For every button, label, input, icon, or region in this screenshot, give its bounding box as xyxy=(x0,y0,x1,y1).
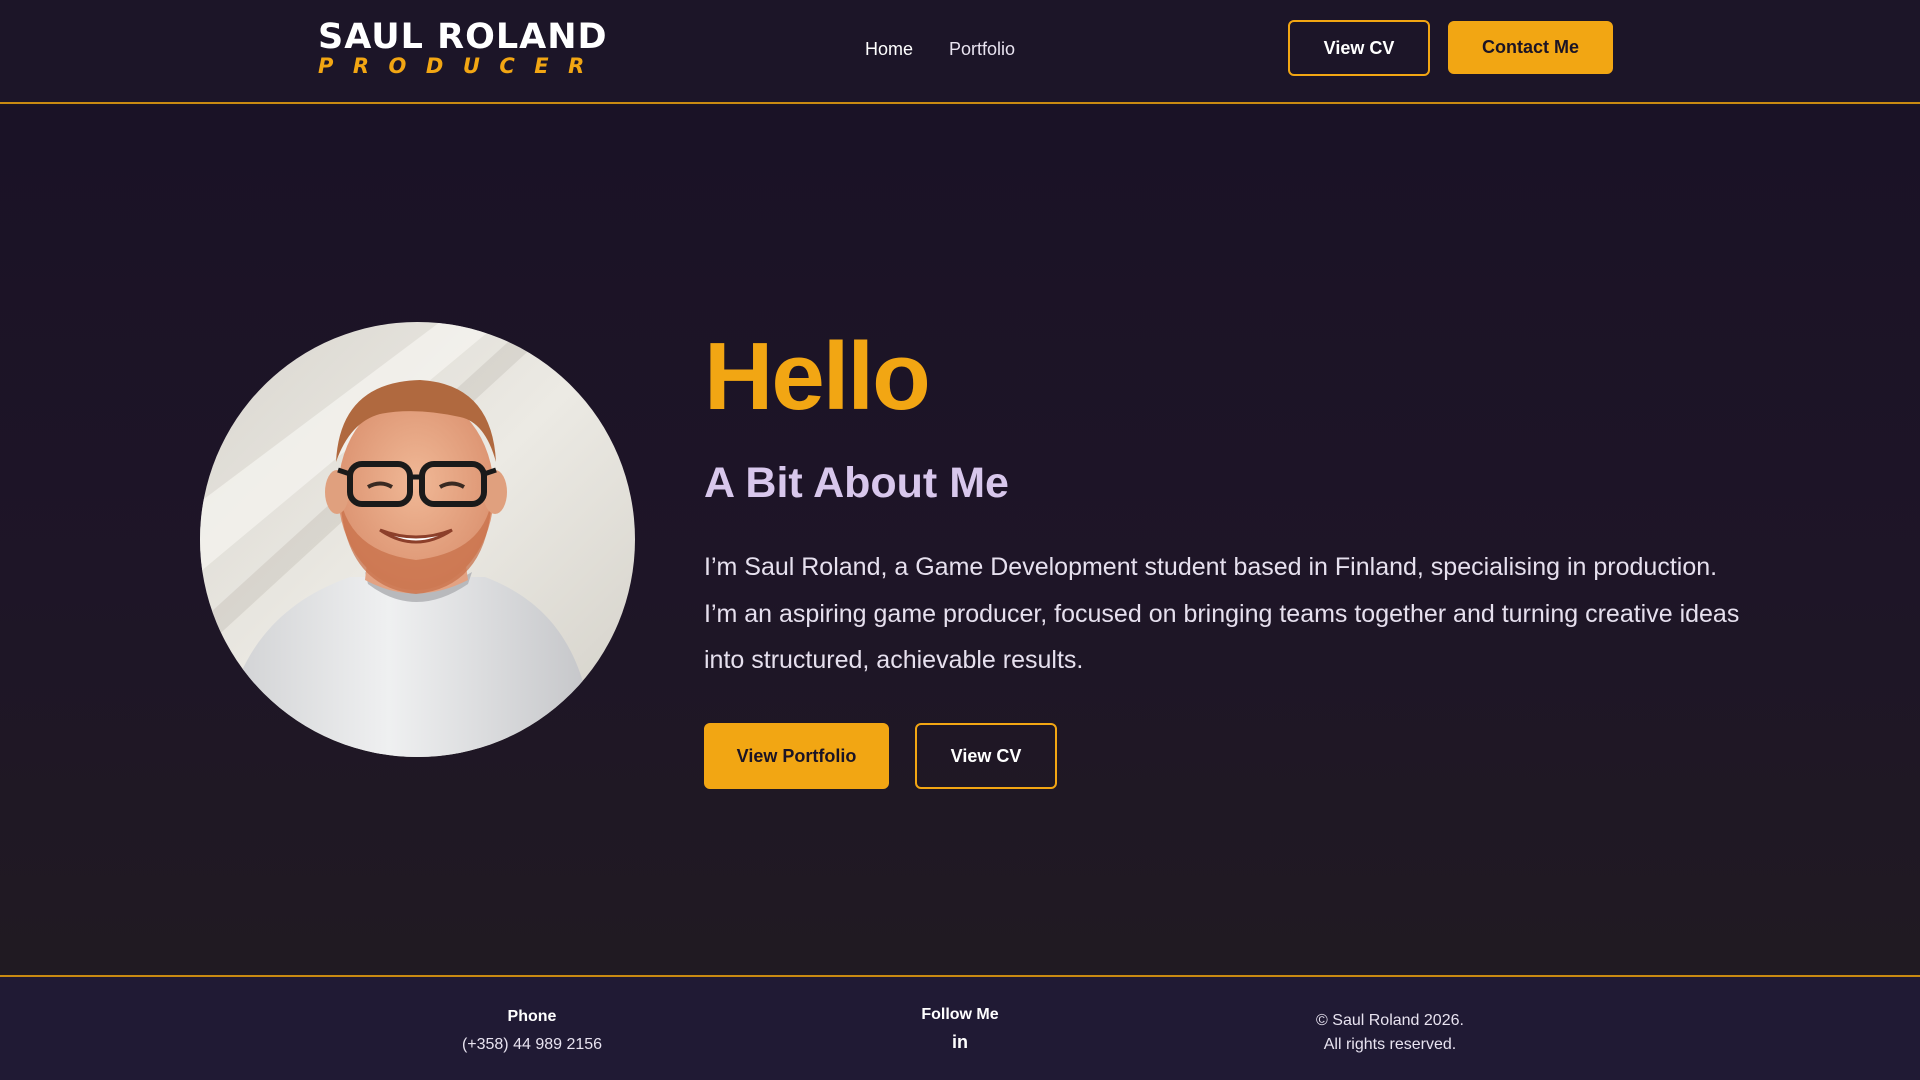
view-portfolio-button[interactable]: View Portfolio xyxy=(704,723,889,789)
footer-follow: Follow Me in xyxy=(860,1005,1060,1053)
about-section: Hello A Bit About Me I’m Saul Roland, a … xyxy=(0,106,1920,975)
logo-name: SAUL ROLAND xyxy=(318,17,608,57)
view-cv-button[interactable]: View CV xyxy=(915,723,1057,789)
about-subtitle: A Bit About Me xyxy=(704,459,1009,507)
header-view-cv-button[interactable]: View CV xyxy=(1288,20,1430,76)
nav-portfolio[interactable]: Portfolio xyxy=(949,36,1015,62)
copyright-text: © Saul Roland 2026. xyxy=(1316,1012,1464,1029)
intro-text: Hello A Bit About Me I’m Saul Roland, a … xyxy=(704,322,1744,684)
main-nav: Home Portfolio xyxy=(865,36,1015,62)
logo-role: PRODUCER xyxy=(318,54,604,78)
follow-title: Follow Me xyxy=(921,1006,999,1023)
footer-copyright: © Saul Roland 2026. All rights reserved. xyxy=(1240,1009,1540,1057)
rights-text: All rights reserved. xyxy=(1323,1036,1457,1053)
profile-photo xyxy=(200,322,635,757)
phone-number[interactable]: (+358) 44 989 2156 xyxy=(432,1033,632,1057)
hello-heading: Hello xyxy=(704,323,931,430)
site-footer: Phone (+358) 44 989 2156 Follow Me in © … xyxy=(0,975,1920,1080)
nav-home[interactable]: Home xyxy=(865,36,913,62)
linkedin-icon[interactable]: in xyxy=(952,1031,968,1053)
footer-phone: Phone (+358) 44 989 2156 xyxy=(432,1007,632,1057)
logo[interactable]: SAUL ROLAND PRODUCER xyxy=(318,17,608,78)
contact-me-button[interactable]: Contact Me xyxy=(1448,21,1613,74)
phone-title: Phone xyxy=(507,1008,557,1025)
bio-paragraph: I’m Saul Roland, a Game Development stud… xyxy=(704,553,1740,674)
site-header: SAUL ROLAND PRODUCER Home Portfolio View… xyxy=(0,0,1920,104)
